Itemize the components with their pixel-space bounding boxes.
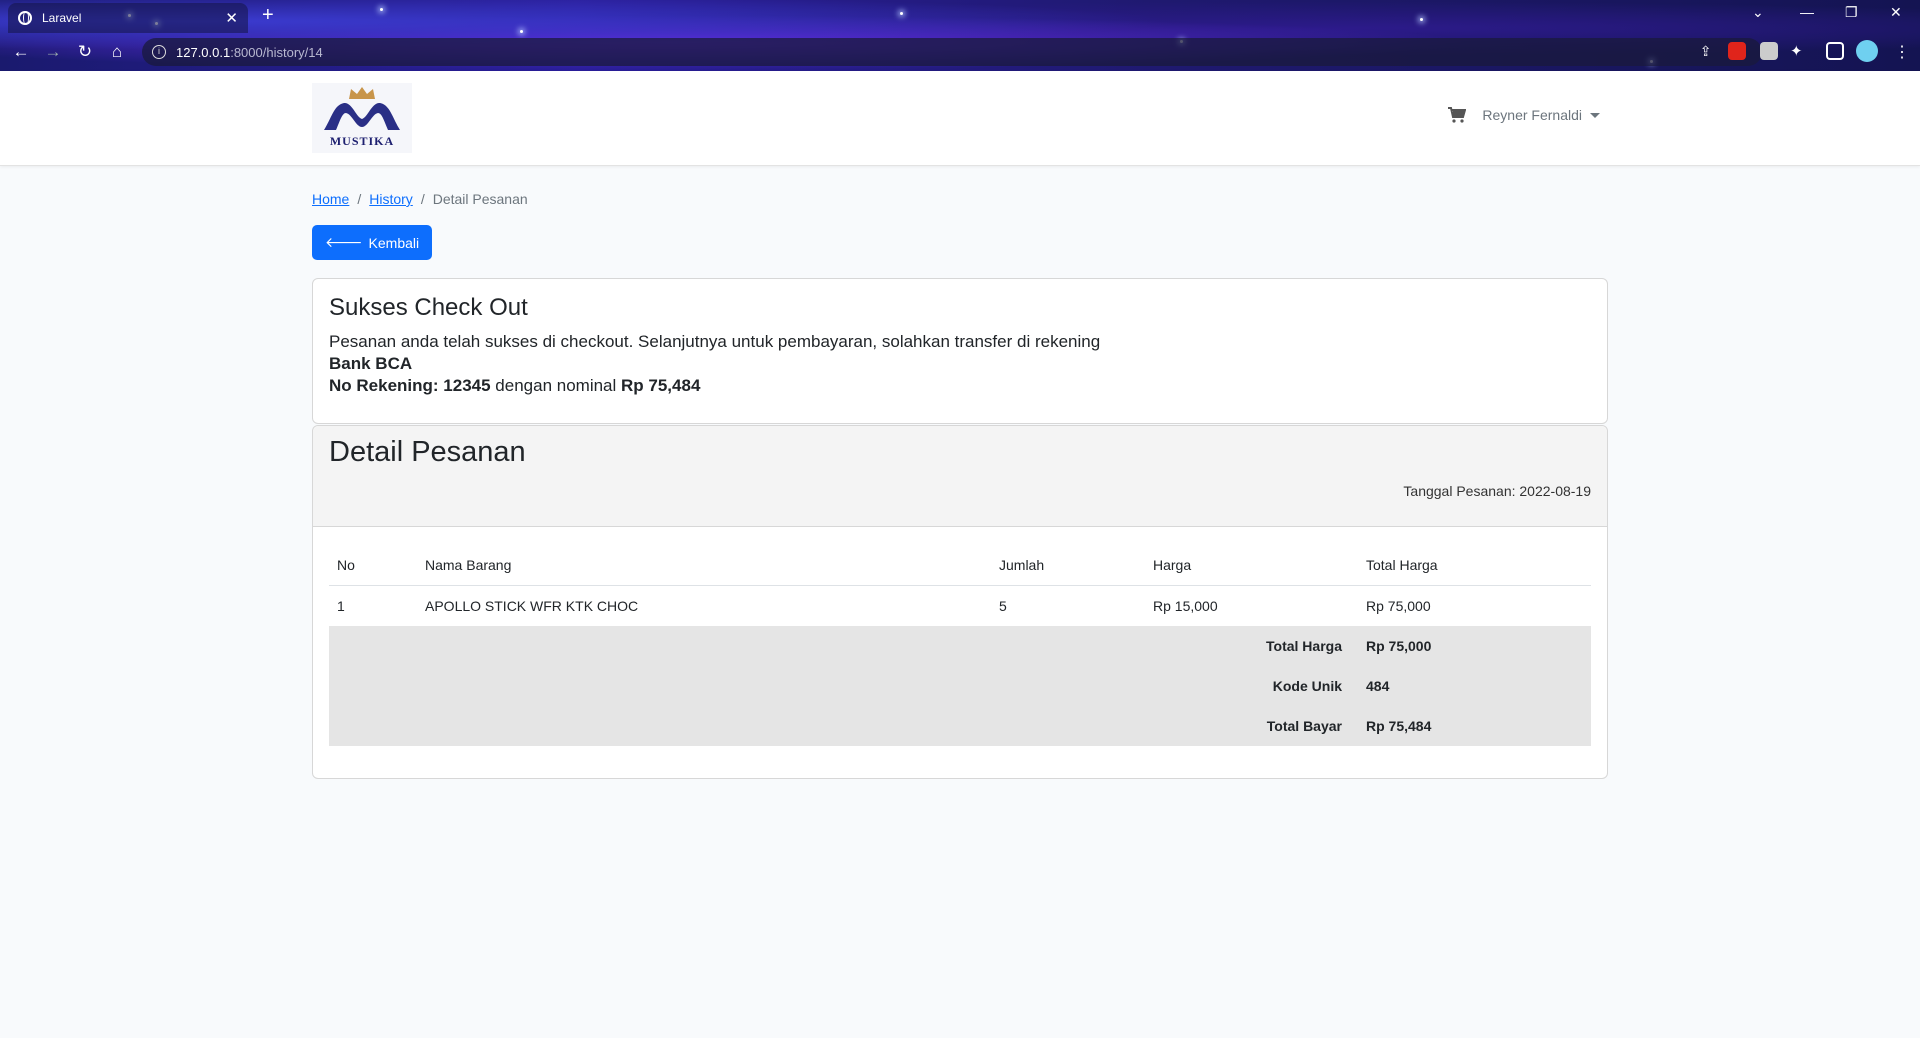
caret-down-icon — [1590, 112, 1600, 118]
menu-kebab-icon[interactable]: ⋮ — [1894, 42, 1912, 61]
bank-name: Bank BCA — [329, 354, 413, 373]
cell-no: 1 — [337, 598, 345, 614]
column-header: Jumlah — [991, 545, 1145, 586]
summary-label: Kode Unik — [329, 666, 1358, 706]
column-header: Nama Barang — [417, 545, 991, 586]
logo-mark — [324, 102, 400, 130]
close-icon[interactable]: ✕ — [225, 9, 238, 27]
home-icon[interactable]: ⌂ — [101, 42, 133, 62]
order-date: Tanggal Pesanan: 2022-08-19 — [1403, 483, 1591, 499]
breadcrumb-separator: / — [357, 191, 362, 207]
browser-chrome: Laravel ✕ + ⌄ — ❐ ✕ ← → ↻ ⌂ i 127.0.0.1:… — [0, 0, 1920, 71]
order-detail-title: Detail Pesanan — [329, 436, 526, 468]
new-tab-button[interactable]: + — [262, 4, 274, 27]
success-message: Pesanan anda telah sukses di checkout. S… — [329, 332, 1101, 351]
extension-icon-gray[interactable] — [1760, 42, 1778, 60]
success-title: Sukses Check Out — [329, 294, 528, 321]
breadcrumb-history[interactable]: History — [369, 191, 413, 207]
order-detail-header: Detail Pesanan Tanggal Pesanan: 2022-08-… — [313, 426, 1607, 527]
info-icon[interactable]: i — [152, 45, 166, 59]
browser-tab[interactable]: Laravel ✕ — [8, 3, 248, 33]
cell-item-name: APOLLO STICK WFR KTK CHOC — [425, 598, 639, 614]
url-host: 127.0.0.1 — [176, 44, 231, 60]
column-header: Total Harga — [1358, 545, 1591, 586]
profile-avatar[interactable] — [1856, 40, 1878, 62]
order-items-table: No Nama Barang Jumlah Harga Total Harga … — [329, 545, 1591, 746]
main-container: Home / History / Detail Pesanan 🡐 Kembal… — [312, 166, 1608, 779]
summary-label: Total Bayar — [329, 706, 1358, 746]
nav-right: Reyner Fernaldi — [1448, 107, 1600, 123]
cell-quantity: 5 — [999, 598, 1007, 614]
site-navbar: MUSTIKA Reyner Fernaldi — [0, 71, 1920, 166]
column-header: No — [329, 545, 417, 586]
tab-title: Laravel — [42, 11, 82, 25]
site-logo[interactable]: MUSTIKA — [312, 83, 412, 153]
payment-amount: Rp 75,484 — [621, 376, 701, 395]
globe-icon — [18, 11, 32, 25]
cell-price: Rp 15,000 — [1153, 598, 1218, 614]
tab-search-icon[interactable]: ⌄ — [1752, 4, 1764, 21]
table-header-row: No Nama Barang Jumlah Harga Total Harga — [329, 545, 1591, 586]
reload-icon[interactable]: ↻ — [69, 42, 101, 62]
cart-icon[interactable] — [1448, 107, 1467, 123]
extension-icon-red[interactable] — [1728, 42, 1746, 60]
restore-button[interactable]: ❐ — [1845, 4, 1858, 21]
user-dropdown[interactable]: Reyner Fernaldi — [1482, 107, 1600, 123]
url-path: :8000/history/14 — [230, 44, 323, 60]
forward-icon[interactable]: → — [37, 42, 69, 62]
address-bar-row: ← → ↻ ⌂ i 127.0.0.1:8000/history/14 ⇪ ☆ — [0, 36, 1920, 68]
breadcrumb-current: Detail Pesanan — [432, 191, 528, 207]
summary-value: Rp 75,000 — [1358, 626, 1591, 666]
summary-value: Rp 75,484 — [1358, 706, 1591, 746]
summary-value: 484 — [1358, 666, 1591, 706]
summary-row-total-harga: Total Harga Rp 75,000 — [329, 626, 1591, 666]
column-header: Harga — [1145, 545, 1358, 586]
sidepanel-icon[interactable] — [1826, 42, 1844, 60]
amount-connector: dengan nominal — [495, 376, 617, 395]
minimize-button[interactable]: — — [1800, 4, 1814, 20]
table-row: 1 APOLLO STICK WFR KTK CHOC 5 Rp 15,000 … — [329, 586, 1591, 627]
account-number: No Rekening: 12345 — [329, 376, 491, 395]
summary-row-total-bayar: Total Bayar Rp 75,484 — [329, 706, 1591, 746]
user-name: Reyner Fernaldi — [1482, 107, 1582, 123]
extensions-puzzle-icon[interactable]: ✦ — [1790, 42, 1808, 60]
cell-total-price: Rp 75,000 — [1366, 598, 1431, 614]
breadcrumb-separator: / — [420, 191, 425, 207]
breadcrumb-home[interactable]: Home — [312, 191, 349, 207]
breadcrumb: Home / History / Detail Pesanan — [312, 191, 1608, 207]
close-window-button[interactable]: ✕ — [1890, 4, 1902, 21]
summary-row-kode-unik: Kode Unik 484 — [329, 666, 1591, 706]
order-detail-card: Detail Pesanan Tanggal Pesanan: 2022-08-… — [312, 425, 1608, 779]
arrow-left-icon: 🡐 — [325, 234, 363, 250]
url-bar[interactable]: i 127.0.0.1:8000/history/14 ⇪ ☆ — [142, 38, 1762, 66]
success-card: Sukses Check Out Pesanan anda telah suks… — [312, 278, 1608, 424]
back-button[interactable]: 🡐 Kembali — [312, 225, 433, 260]
summary-label: Total Harga — [329, 626, 1358, 666]
back-button-label: Kembali — [368, 234, 420, 251]
order-detail-body: No Nama Barang Jumlah Harga Total Harga … — [313, 527, 1607, 778]
share-icon[interactable]: ⇪ — [1700, 43, 1712, 60]
logo-text: MUSTIKA — [329, 134, 395, 148]
back-icon[interactable]: ← — [5, 42, 37, 62]
